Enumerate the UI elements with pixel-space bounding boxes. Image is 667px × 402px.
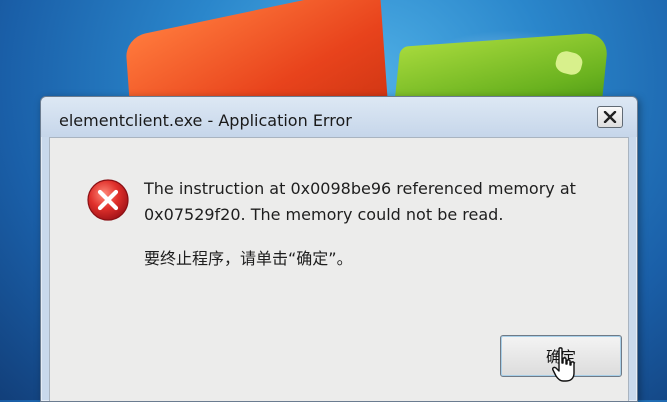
close-icon: [603, 111, 617, 123]
error-message-line-2: 0x07529f20. The memory could not be read…: [144, 205, 504, 224]
application-error-dialog: elementclient.exe - Application Error Th…: [40, 96, 638, 402]
dialog-title: elementclient.exe - Application Error: [59, 111, 352, 130]
error-message: The instruction at 0x0098be96 referenced…: [144, 176, 594, 272]
hand-pointer-icon: [552, 347, 575, 382]
terminate-instruction: 要终止程序，请单击“确定”。: [144, 249, 353, 268]
close-button[interactable]: [597, 106, 623, 128]
error-message-line-1: The instruction at 0x0098be96 referenced…: [144, 179, 576, 198]
title-bar[interactable]: elementclient.exe - Application Error: [41, 97, 637, 137]
error-icon: [87, 179, 129, 221]
dialog-body: The instruction at 0x0098be96 referenced…: [49, 137, 629, 401]
